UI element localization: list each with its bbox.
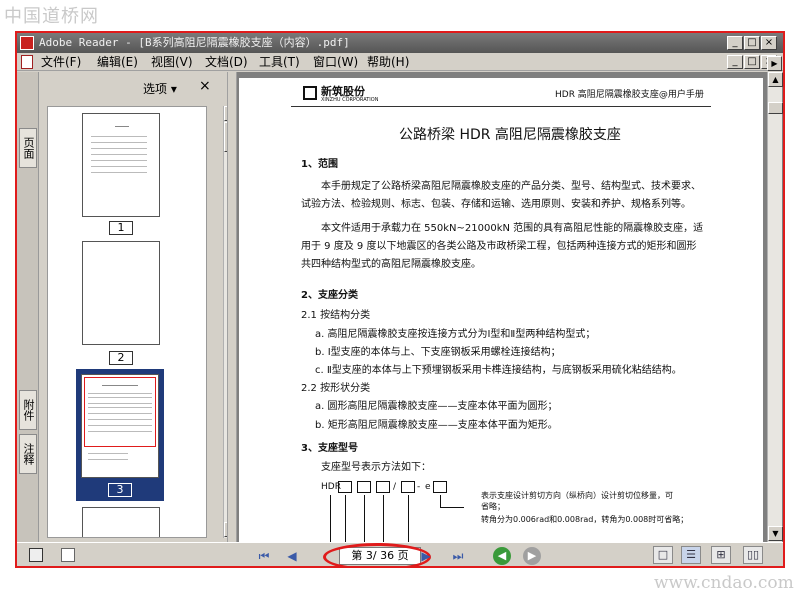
menu-window[interactable]: 窗口(W) [313, 53, 358, 71]
model-box [357, 481, 371, 493]
model-note: 省略； [481, 502, 505, 511]
scroll-up-button[interactable]: ▲ [768, 72, 783, 87]
paragraph-line: 试验方法、检验规则、标志、包装、存储和运输、选用原则、安装和养护、规格系列等。 [301, 199, 691, 210]
doc-restore-button[interactable]: □ [744, 55, 760, 69]
list-item: c. Ⅱ型支座的本体与上下预埋钢板采用卡榫连接结构，与底钢板采用硫化粘结结构。 [315, 365, 682, 376]
menu-bar: 文件(F) 编辑(E) 视图(V) 文档(D) 工具(T) 窗口(W) 帮助(H… [17, 53, 783, 71]
facing-layout-icon[interactable]: ⊞ [711, 546, 731, 564]
list-item: b. Ⅰ型支座的本体与上、下支座钢板采用螺栓连接结构； [315, 347, 561, 358]
menu-edit[interactable]: 编辑(E) [97, 53, 138, 71]
header-rule [291, 106, 711, 107]
close-window-button[interactable]: × [761, 36, 777, 50]
arrow-line [383, 495, 384, 548]
arrow-line [440, 495, 441, 507]
tab-attachments[interactable]: 附件 [19, 390, 37, 430]
reader-window: Adobe Reader - [B系列高阻尼隔震橡胶支座（内容）.pdf] _ … [15, 31, 785, 568]
menu-help[interactable]: 帮助(H) [367, 53, 409, 71]
model-dash: - [417, 482, 421, 492]
sidebar-toggle-icon[interactable] [29, 548, 43, 562]
thumbnail-selected-frame[interactable]: 3 [76, 369, 164, 501]
document-viewer: 新筑股份 XINZHU CORPORATION HDR 高阻尼隔震橡胶支座@用户… [237, 56, 783, 548]
menu-document[interactable]: 文档(D) [205, 53, 248, 71]
arrow-line [364, 495, 365, 548]
running-header: HDR 高阻尼隔震橡胶支座@用户手册 [555, 90, 704, 100]
thumbnail-page-3[interactable] [81, 374, 159, 478]
previous-page-button[interactable]: ◀ [283, 547, 301, 565]
tab-pages[interactable]: 页面 [19, 128, 37, 168]
thumbnail-list: 1 2 3 [47, 106, 207, 538]
thumbnail-number: 1 [109, 221, 133, 235]
page-icon[interactable] [61, 548, 75, 562]
tab-comments[interactable]: 注释 [19, 434, 37, 474]
sidebar-tabs: 页面 附件 注释 [17, 72, 39, 542]
subsection-heading: 2.1 按结构分类 [301, 310, 371, 321]
model-note: 转角分为0.006rad和0.008rad，转角为0.008时可省略； [481, 515, 689, 524]
list-item: a. 高阻尼隔震橡胶支座按连接方式分为Ⅰ型和Ⅱ型两种结构型式； [315, 329, 596, 340]
next-page-button[interactable]: ▶ [417, 547, 435, 565]
document-icon [21, 55, 33, 69]
section-3-heading: 3、支座型号 [301, 443, 358, 454]
arrow-line [440, 507, 464, 508]
watermark-bottom-right: www.cndao.com [654, 573, 794, 593]
watermark-top-left: 中国道桥网 [4, 6, 99, 27]
thumbnail-page-2[interactable] [82, 241, 160, 345]
model-box [433, 481, 447, 493]
menu-view[interactable]: 视图(V) [151, 53, 193, 71]
options-dropdown[interactable]: 选项 ▾ [143, 80, 177, 97]
menu-file[interactable]: 文件(F) [41, 53, 81, 71]
title-bar: Adobe Reader - [B系列高阻尼隔震橡胶支座（内容）.pdf] _ … [17, 33, 783, 53]
navigation-sidebar: 页面 附件 注释 选项 ▾ × 1 2 3 [17, 72, 239, 542]
subsection-heading: 2.2 按形状分类 [301, 383, 371, 394]
continuous-facing-layout-icon[interactable]: ▯▯ [743, 546, 763, 564]
thumbnail-number: 2 [109, 351, 133, 365]
model-box [376, 481, 390, 493]
paragraph-line: 用于 9 度及 9 度以下地震区的各类公路及市政桥梁工程，包括两种连接方式的矩形… [301, 241, 697, 252]
arrow-line [330, 495, 331, 548]
go-forward-button[interactable]: ▶ [523, 547, 541, 565]
thumbnail-page-1[interactable] [82, 113, 160, 217]
go-back-button[interactable]: ◀ [493, 547, 511, 565]
maximize-button[interactable]: □ [744, 36, 760, 50]
page-number-highlight [323, 543, 431, 566]
document-scrollbar[interactable]: ▲ ▼ [767, 72, 783, 542]
split-view-button[interactable]: ▶ [767, 56, 782, 71]
section-2-heading: 2、支座分类 [301, 290, 358, 301]
brand-logo [303, 86, 317, 100]
adobe-reader-icon [20, 36, 34, 50]
paragraph-line: 本文件适用于承载力在 550kN~21000kN 范围的具有高阻尼性能的隔震橡胶… [321, 223, 704, 234]
menu-tools[interactable]: 工具(T) [259, 53, 300, 71]
sidebar-splitter[interactable] [227, 72, 237, 542]
paragraph-line: 共四种结构型式的高阻尼隔震橡胶支座。 [301, 259, 481, 270]
doc-minimize-button[interactable]: _ [727, 55, 743, 69]
continuous-layout-icon[interactable]: ☰ [681, 546, 701, 564]
model-e: e [425, 482, 431, 492]
paragraph-line: 支座型号表示方法如下： [321, 462, 431, 473]
model-box [338, 481, 352, 493]
pdf-page: 新筑股份 XINZHU CORPORATION HDR 高阻尼隔震橡胶支座@用户… [239, 78, 763, 548]
arrow-line [345, 495, 346, 548]
brand-subtitle: XINZHU CORPORATION [321, 97, 379, 103]
list-item: a. 圆形高阻尼隔震橡胶支座——支座本体平面为圆形； [315, 401, 558, 412]
model-box [401, 481, 415, 493]
model-note: 表示支座设计剪切方向（纵桥向）设计剪切位移量，可 [481, 491, 673, 500]
status-bar: ⏮ ◀ 第 3/ 36 页 ▶ ⏭ ◀ ▶ □ ☰ ⊞ ▯▯ [17, 542, 783, 566]
model-slash: / [393, 482, 397, 492]
scroll-down-button[interactable]: ▼ [768, 526, 783, 541]
single-page-layout-icon[interactable]: □ [653, 546, 673, 564]
thumbnail-number: 3 [108, 483, 132, 497]
thumbnail-panel: 选项 ▾ × 1 2 3 [43, 72, 239, 542]
screenshot-root: 中国道桥网 www.cndao.com Adobe Reader - [B系列高… [0, 0, 800, 600]
minimize-button[interactable]: _ [727, 36, 743, 50]
list-item: b. 矩形高阻尼隔震橡胶支座——支座本体平面为矩形。 [315, 420, 558, 431]
thumbnail-page-4[interactable] [82, 507, 160, 537]
first-page-button[interactable]: ⏮ [255, 547, 273, 565]
paragraph-line: 本手册规定了公路桥梁高阻尼隔震橡胶支座的产品分类、型号、结构型式、技术要求、 [321, 181, 701, 192]
window-title: Adobe Reader - [B系列高阻尼隔震橡胶支座（内容）.pdf] [39, 36, 350, 49]
arrow-line [408, 495, 409, 548]
last-page-button[interactable]: ⏭ [449, 547, 467, 565]
close-sidebar-button[interactable]: × [199, 78, 211, 94]
section-1-heading: 1、范围 [301, 159, 338, 170]
document-title: 公路桥梁 HDR 高阻尼隔震橡胶支座 [399, 127, 621, 143]
scroll-thumb[interactable] [768, 102, 783, 114]
